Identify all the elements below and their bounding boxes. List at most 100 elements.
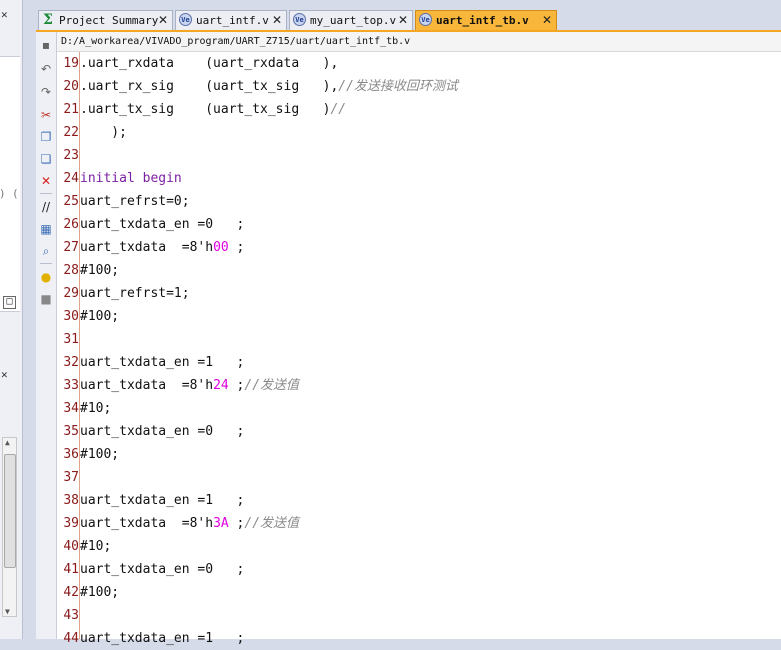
tab-label: uart_intf.v xyxy=(196,14,269,27)
code-text: uart_txdata_en =0 ; xyxy=(80,558,244,581)
code-keyword: initial begin xyxy=(80,171,182,186)
save-icon[interactable]: ▪ xyxy=(38,37,54,53)
code-text: #10; xyxy=(80,535,111,558)
tab-label: Project Summary xyxy=(59,14,159,27)
code-text: #10; xyxy=(80,397,111,420)
tab-my-uart-top[interactable]: Ve my_uart_top.v ✕ xyxy=(289,10,413,30)
code-literal: 24 xyxy=(213,378,229,393)
undo-icon[interactable]: ↶ xyxy=(38,61,54,77)
line-number: 23 xyxy=(63,148,79,163)
line-number: 37 xyxy=(63,470,79,485)
close-icon[interactable]: ✕ xyxy=(1,368,8,381)
hint-bulb-icon[interactable]: ● xyxy=(38,269,54,285)
code-token: ; xyxy=(228,516,245,531)
left-panel-edge: ✕ ) ( □ ✕ ▲ ▼ xyxy=(0,0,23,639)
tab-project-summary[interactable]: Σ Project Summary ✕ xyxy=(38,10,173,30)
code-text: ); xyxy=(80,121,127,144)
find-icon[interactable]: ⌕ xyxy=(38,243,54,259)
code-text: uart_txdata =8'h00 ; xyxy=(80,236,244,259)
code-comment: //发送值 xyxy=(244,378,300,393)
code-token: #100; xyxy=(80,585,120,600)
left-panel-fragment: ) xyxy=(0,187,6,200)
close-icon[interactable]: ✕ xyxy=(272,11,282,30)
line-number: 32 xyxy=(63,355,79,370)
code-text: #100; xyxy=(80,581,119,604)
toolbar-divider xyxy=(40,263,52,264)
close-icon[interactable]: ✕ xyxy=(1,8,8,21)
code-token: uart_txdata_en =1 ; xyxy=(80,355,245,370)
verilog-file-icon: Ve xyxy=(293,13,306,26)
line-number: 31 xyxy=(63,332,79,347)
line-number: 36 xyxy=(63,447,79,462)
code-token: uart_txdata =8'h xyxy=(80,378,214,393)
code-text: #100; xyxy=(80,305,119,328)
code-text: uart_txdata =8'h3A ;//发送值 xyxy=(80,512,299,535)
line-number: 43 xyxy=(63,608,79,623)
scroll-down-icon[interactable]: ▼ xyxy=(5,607,10,616)
line-number: 40 xyxy=(63,539,79,554)
code-comment: // xyxy=(330,102,347,117)
editor-tab-bar: Σ Project Summary ✕ Ve uart_intf.v ✕ Ve … xyxy=(36,8,781,32)
code-token: #10; xyxy=(80,539,112,554)
tab-label: my_uart_top.v xyxy=(310,14,397,27)
cut-icon[interactable]: ✂ xyxy=(38,107,54,123)
scroll-thumb[interactable] xyxy=(4,454,16,568)
code-token: uart_txdata =8'h xyxy=(80,240,214,255)
vertical-scrollbar[interactable]: ▲ ▼ xyxy=(2,437,17,617)
line-number: 35 xyxy=(63,424,79,439)
line-number: 28 xyxy=(63,263,79,278)
block-icon[interactable]: ■ xyxy=(38,291,54,307)
line-number: 30 xyxy=(63,309,79,324)
comment-icon[interactable]: // xyxy=(38,199,54,215)
verilog-file-icon: Ve xyxy=(179,13,192,26)
code-token: uart_refrst=0; xyxy=(80,194,190,209)
code-text: .uart_rx_sig (uart_tx_sig ),//发送接收回环测试 xyxy=(80,75,458,98)
close-icon[interactable]: ✕ xyxy=(398,11,408,30)
left-panel-content: ) ( xyxy=(0,56,20,312)
code-text: uart_txdata_en =0 ; xyxy=(80,213,244,236)
code-text: initial begin xyxy=(80,167,182,190)
code-token: uart_refrst=1; xyxy=(80,286,190,301)
code-text: .uart_tx_sig (uart_tx_sig )// xyxy=(80,98,346,121)
scroll-up-icon[interactable]: ▲ xyxy=(5,438,10,447)
redo-icon[interactable]: ↷ xyxy=(38,84,54,100)
code-token: uart_txdata_en =0 ; xyxy=(80,562,245,577)
paste-icon[interactable]: ❏ xyxy=(38,151,54,167)
code-editor[interactable]: D:/A_workarea/VIVADO_program/UART_Z715/u… xyxy=(57,32,781,646)
editor-toolbar: ▪ ↶ ↷ ✂ ❐ ❏ ✕ // ▦ ⌕ ● ■ xyxy=(36,32,57,639)
copy-icon[interactable]: ❐ xyxy=(38,129,54,145)
close-icon[interactable]: ✕ xyxy=(158,11,168,30)
code-token: .uart_tx_sig (uart_tx_sig ) xyxy=(80,102,331,117)
code-token: ); xyxy=(80,125,127,140)
tab-label: uart_intf_tb.v xyxy=(436,14,529,27)
tab-uart-intf-tb[interactable]: Ve uart_intf_tb.v ✕ xyxy=(415,10,557,30)
code-token: uart_txdata_en =0 ; xyxy=(80,424,245,439)
code-token: .uart_rx_sig (uart_tx_sig ), xyxy=(80,79,339,94)
restore-icon[interactable]: □ xyxy=(3,296,16,309)
code-text: #100; xyxy=(80,259,119,282)
code-text: uart_refrst=1; xyxy=(80,282,190,305)
code-text: uart_txdata_en =1 ; xyxy=(80,351,244,374)
code-text: uart_txdata_en =1 ; xyxy=(80,489,244,512)
line-number: 19 xyxy=(63,56,79,71)
code-literal: 00 xyxy=(213,240,229,255)
code-text: uart_refrst=0; xyxy=(80,190,190,213)
tab-uart-intf[interactable]: Ve uart_intf.v ✕ xyxy=(175,10,287,30)
delete-icon[interactable]: ✕ xyxy=(38,173,54,189)
line-number: 33 xyxy=(63,378,79,393)
verilog-file-icon: Ve xyxy=(419,13,432,26)
code-text: #100; xyxy=(80,443,119,466)
line-number: 22 xyxy=(63,125,79,140)
code-comment: //发送值 xyxy=(244,516,300,531)
line-number: 42 xyxy=(63,585,79,600)
code-token: uart_txdata =8'h xyxy=(80,516,214,531)
code-token: .uart_rxdata (uart_rxdata ), xyxy=(80,56,339,71)
code-token: ; xyxy=(228,240,245,255)
close-icon[interactable]: ✕ xyxy=(542,11,552,30)
code-token: #10; xyxy=(80,401,112,416)
code-token: #100; xyxy=(80,309,120,324)
line-number: 34 xyxy=(63,401,79,416)
line-number: 21 xyxy=(63,102,79,117)
select-all-icon[interactable]: ▦ xyxy=(38,221,54,237)
code-token: uart_txdata_en =1 ; xyxy=(80,493,245,508)
